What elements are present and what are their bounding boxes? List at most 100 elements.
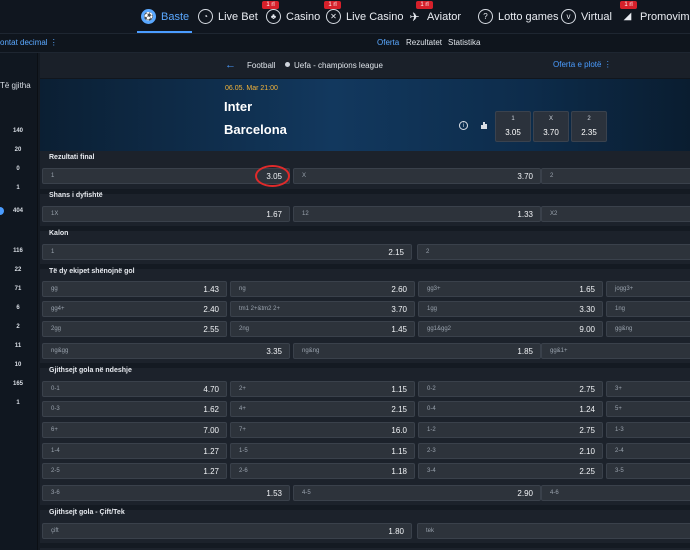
odds-label: 2-3 — [427, 448, 436, 454]
odds-cell[interactable]: X2 — [541, 206, 690, 222]
odds-cell[interactable]: 5+ — [606, 401, 690, 417]
odds-value: 2.15 — [391, 405, 407, 414]
odds-cell[interactable]: X 3.70 — [293, 168, 541, 184]
odds-cell[interactable]: 2-4 — [606, 443, 690, 459]
odds-cell[interactable]: gg1&gg2 9.00 — [418, 321, 603, 337]
odds-cell[interactable]: 4+ 2.15 — [230, 401, 415, 417]
header-odd-away[interactable]: 2 2.35 — [571, 111, 607, 142]
odds-label: 2 — [550, 173, 554, 179]
odds-cell[interactable]: gg3+ 1.65 — [418, 281, 603, 297]
odds-cell[interactable]: jogg3+ — [606, 281, 690, 297]
sidebar-count[interactable]: 71 — [0, 286, 36, 292]
sidebar-count[interactable]: 0 — [0, 166, 36, 172]
odds-cell[interactable]: gg 1.43 — [42, 281, 227, 297]
odds-cell[interactable]: 0-4 1.24 — [418, 401, 603, 417]
sidebar-count[interactable]: 20 — [0, 147, 36, 153]
sidebar-count[interactable]: 1 — [0, 185, 36, 191]
odds-cell[interactable]: ng 2.60 — [230, 281, 415, 297]
odds-cell[interactable]: 2 — [541, 168, 690, 184]
odds-cell[interactable]: 3+ — [606, 381, 690, 397]
odds-cell[interactable]: 2-5 1.27 — [42, 463, 227, 479]
odds-cell[interactable]: 1-2 2.75 — [418, 422, 603, 438]
odds-cell[interactable]: 1 3.05 — [42, 168, 290, 184]
tab-oferta[interactable]: Oferta — [377, 38, 399, 47]
sidebar-count[interactable]: 2 — [0, 324, 36, 330]
odds-cell[interactable]: gg4+ 2.40 — [42, 301, 227, 317]
odds-cell[interactable]: 0-1 4.70 — [42, 381, 227, 397]
sport-sidebar: Të gjitha 140 20 0 1 404 116 22 71 6 2 11 10 165 1 — [0, 53, 38, 550]
sidebar-count[interactable]: 22 — [0, 267, 36, 273]
odds-cell[interactable]: gg&1+ — [541, 343, 690, 359]
odds-value: 4.70 — [203, 385, 219, 394]
odds-label: X — [302, 173, 307, 179]
odds-cell[interactable]: 7+ 16.0 — [230, 422, 415, 438]
sidebar-count[interactable]: 6 — [0, 305, 36, 311]
header-odd-draw[interactable]: X 3.70 — [533, 111, 569, 142]
odds-cell[interactable]: tek — [417, 523, 690, 539]
odds-cell[interactable]: 2-3 2.10 — [418, 443, 603, 459]
sidebar-count[interactable]: 1 — [0, 400, 36, 406]
odds-cell[interactable]: 1ng — [606, 301, 690, 317]
competition-logo-icon — [285, 62, 290, 67]
odds-format-selector[interactable]: ontat decimal ⋮ — [0, 38, 58, 47]
nav-live-bet[interactable]: ◔ Live Bet — [198, 0, 258, 33]
info-icon[interactable]: i — [459, 121, 468, 130]
tab-statistika[interactable]: Statistika — [448, 38, 480, 47]
odds-cell[interactable]: 1-5 1.15 — [230, 443, 415, 459]
breadcrumb-competition[interactable]: Uefa - champions league — [294, 61, 383, 70]
odds-cell[interactable]: 3-5 — [606, 463, 690, 479]
breadcrumb: ← Football Uefa - champions league Ofert… — [40, 53, 690, 79]
breadcrumb-sport[interactable]: Football — [247, 61, 275, 70]
odds-cell[interactable]: 3-6 1.53 — [42, 485, 290, 501]
odds-cell[interactable]: 0-2 2.75 — [418, 381, 603, 397]
odds-cell[interactable]: 4-6 — [541, 485, 690, 501]
sidebar-count[interactable]: 11 — [0, 343, 36, 349]
full-offer-menu[interactable]: Oferta e plotë ⋮ — [553, 60, 612, 69]
odds-cell[interactable]: 6+ 7.00 — [42, 422, 227, 438]
sidebar-count[interactable]: 116 — [0, 248, 36, 254]
odds-label: 0-2 — [427, 386, 436, 392]
odds-label: ng&ng — [302, 348, 320, 354]
sidebar-count[interactable]: 10 — [0, 362, 36, 368]
odds-cell[interactable]: 12 1.33 — [293, 206, 541, 222]
sidebar-count[interactable]: 165 — [0, 381, 36, 387]
match-detail: ← Football Uefa - champions league Ofert… — [40, 53, 690, 550]
odds-label: gg1&gg2 — [427, 326, 452, 332]
odds-cell[interactable]: 2ng 1.45 — [230, 321, 415, 337]
section-divider — [40, 543, 690, 548]
odds-value: 3.70 — [517, 172, 533, 181]
statistics-icon[interactable] — [481, 122, 487, 129]
odds-value: 2.55 — [203, 325, 219, 334]
sidebar-all-label[interactable]: Të gjitha — [0, 81, 31, 90]
odds-cell[interactable]: gg&ng — [606, 321, 690, 337]
odds-cell[interactable]: 0-3 1.62 — [42, 401, 227, 417]
odds-cell[interactable]: 1-3 — [606, 422, 690, 438]
odds-cell[interactable]: 4-5 2.90 — [293, 485, 541, 501]
odds-cell[interactable]: 1X 1.67 — [42, 206, 290, 222]
odds-cell[interactable]: 1gg 3.30 — [418, 301, 603, 317]
odds-cell[interactable]: çift 1.80 — [42, 523, 412, 539]
header-odd-home[interactable]: 1 3.05 — [495, 111, 531, 142]
odds-cell[interactable]: 2 — [417, 244, 690, 260]
odds-cell[interactable]: 2-6 1.18 — [230, 463, 415, 479]
odds-value: 3.35 — [266, 347, 282, 356]
nav-virtual[interactable]: v Virtual — [561, 0, 612, 33]
odds-cell[interactable]: ng&ng 1.85 — [293, 343, 541, 359]
odds-cell[interactable]: 2gg 2.55 — [42, 321, 227, 337]
odds-label: 4+ — [239, 406, 246, 412]
back-arrow-icon[interactable]: ← — [225, 59, 236, 71]
odds-cell[interactable]: 1 2.15 — [42, 244, 412, 260]
odds-cell[interactable]: 1-4 1.27 — [42, 443, 227, 459]
odds-cell[interactable]: tm1 2+&tm2 2+ 3.70 — [230, 301, 415, 317]
odds-cell[interactable]: 2+ 1.15 — [230, 381, 415, 397]
tab-rezultatet[interactable]: Rezultatet — [406, 38, 442, 47]
odds-cell[interactable]: ng&gg 3.35 — [42, 343, 290, 359]
lotto-icon: ? — [478, 9, 493, 24]
nav-lotto-games[interactable]: ? Lotto games — [478, 0, 559, 33]
odds-cell[interactable]: 3-4 2.25 — [418, 463, 603, 479]
nav-baste[interactable]: ⚽ Baste — [141, 0, 189, 33]
odd-label: 1 — [511, 116, 515, 122]
sidebar-count[interactable]: 140 — [0, 128, 36, 134]
odds-value: 1.65 — [579, 285, 595, 294]
sidebar-count[interactable]: 404 — [0, 208, 36, 214]
